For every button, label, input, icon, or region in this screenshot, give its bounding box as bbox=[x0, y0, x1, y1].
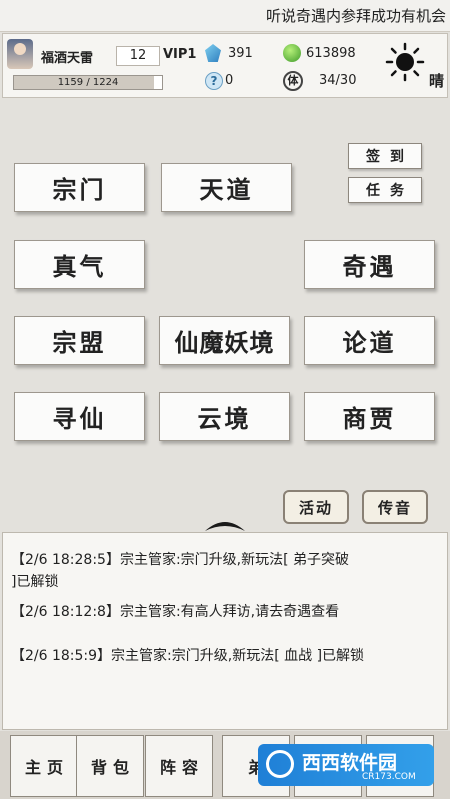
stamina-icon: 体 bbox=[283, 71, 303, 91]
sun-icon bbox=[385, 42, 425, 82]
tab-formation[interactable]: 阵容 bbox=[145, 735, 213, 797]
marquee-text: 听说奇遇内参拜成功有机会 bbox=[265, 7, 446, 25]
gem-count: 391 bbox=[228, 46, 253, 61]
token-count: 0 bbox=[225, 73, 234, 88]
coin-count: 613898 bbox=[306, 46, 356, 61]
log-entry: 【2/6 18:12:8】宗主管家:有高人拜访,请去奇遇查看 bbox=[11, 604, 340, 620]
broadcast-button[interactable]: 传音 bbox=[362, 490, 428, 524]
debate-button[interactable]: 论道 bbox=[304, 316, 435, 365]
merchant-button[interactable]: 商贾 bbox=[304, 392, 435, 441]
alliance-button[interactable]: 宗盟 bbox=[14, 316, 145, 365]
sect-button[interactable]: 宗门 bbox=[14, 163, 145, 212]
cloud-realm-button[interactable]: 云境 bbox=[159, 392, 290, 441]
player-level: 12 bbox=[116, 46, 160, 66]
log-entry: 【2/6 18:28:5】宗主管家:宗门升级,新玩法[ 弟子突破 ]已解锁 bbox=[11, 552, 350, 590]
seek-immortal-button[interactable]: 寻仙 bbox=[14, 392, 145, 441]
gem-icon bbox=[205, 44, 221, 62]
exp-bar: 1159 / 1224 bbox=[13, 75, 163, 90]
marquee-announcement: 听说奇遇内参拜成功有机会 bbox=[0, 0, 450, 32]
log-entry: 【2/6 18:5:9】宗主管家:宗门升级,新玩法[ 血战 ]已解锁 bbox=[11, 648, 365, 664]
activity-button[interactable]: 活动 bbox=[283, 490, 349, 524]
heaven-dao-button[interactable]: 天道 bbox=[161, 163, 292, 212]
tasks-button[interactable]: 任务 bbox=[348, 177, 422, 203]
watermark-url: CR173.COM bbox=[362, 772, 416, 782]
player-name: 福酒天雷 bbox=[41, 51, 94, 66]
player-status-panel: 福酒天雷 12 VIP1 1159 / 1224 391 613898 ? 0 … bbox=[2, 33, 448, 98]
vip-badge[interactable]: VIP1 bbox=[163, 47, 196, 62]
true-qi-button[interactable]: 真气 bbox=[14, 240, 145, 289]
chevron-up-icon[interactable] bbox=[203, 517, 247, 533]
stamina-count: 34/30 bbox=[319, 73, 357, 88]
watermark-brand: 西西软件园 bbox=[302, 752, 398, 774]
coin-icon bbox=[283, 44, 301, 62]
avatar[interactable] bbox=[7, 39, 33, 69]
message-log[interactable]: 【2/6 18:28:5】宗主管家:宗门升级,新玩法[ 弟子突破 ]已解锁 【2… bbox=[2, 532, 448, 730]
watermark-logo: 西西软件园 CR173.COM bbox=[258, 744, 434, 786]
weather-label: 晴 bbox=[429, 72, 445, 90]
tab-home[interactable]: 主页 bbox=[10, 735, 78, 797]
encounter-button[interactable]: 奇遇 bbox=[304, 240, 435, 289]
sign-in-button[interactable]: 签到 bbox=[348, 143, 422, 169]
watermark-icon bbox=[266, 750, 294, 778]
tab-bag[interactable]: 背包 bbox=[76, 735, 144, 797]
exp-text: 1159 / 1224 bbox=[57, 77, 119, 88]
token-icon: ? bbox=[205, 72, 223, 90]
demon-realm-button[interactable]: 仙魔妖境 bbox=[159, 316, 290, 365]
